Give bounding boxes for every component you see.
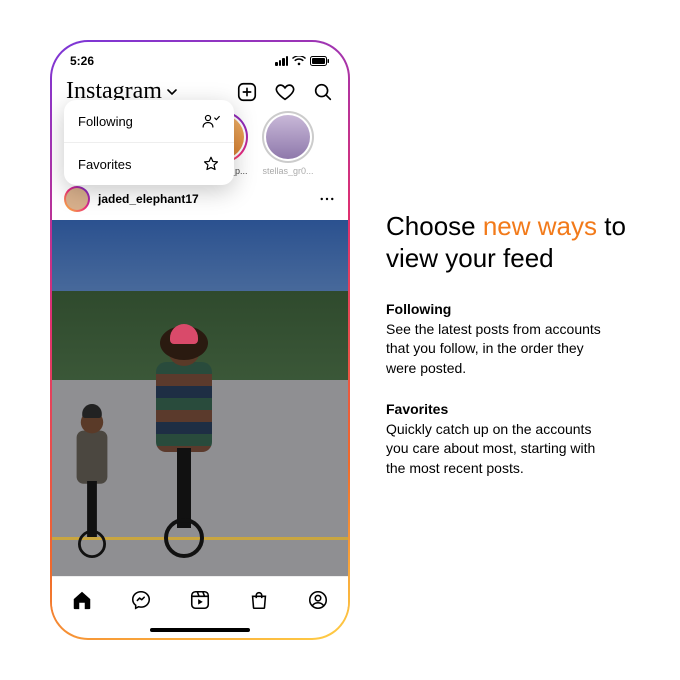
star-icon xyxy=(202,155,220,173)
menu-item-favorites[interactable]: Favorites xyxy=(64,143,234,185)
story-item[interactable]: stellas_gr0... xyxy=(260,111,316,176)
section-title-favorites: Favorites xyxy=(386,401,650,417)
section-body-favorites: Quickly catch up on the accounts you car… xyxy=(386,420,616,479)
menu-item-label: Favorites xyxy=(78,157,131,172)
tab-profile-icon[interactable] xyxy=(307,589,329,611)
story-label: stellas_gr0... xyxy=(262,166,313,176)
chevron-down-icon xyxy=(166,86,178,98)
tab-home-icon[interactable] xyxy=(71,589,93,611)
menu-item-following[interactable]: Following xyxy=(64,100,234,143)
post-author-username: jaded_elephant17 xyxy=(98,192,199,206)
status-time: 5:26 xyxy=(70,54,94,68)
battery-icon xyxy=(310,56,330,66)
search-icon[interactable] xyxy=(312,81,334,103)
feed-switcher-menu: Following Favorites xyxy=(64,100,234,185)
status-bar: 5:26 xyxy=(52,48,348,74)
tab-messenger-icon[interactable] xyxy=(130,589,152,611)
section-title-following: Following xyxy=(386,301,650,317)
headline: Choose new ways to view your feed xyxy=(386,210,650,275)
bottom-tab-bar xyxy=(52,576,348,622)
cellular-icon xyxy=(275,56,288,66)
menu-item-label: Following xyxy=(78,114,133,129)
tab-shop-icon[interactable] xyxy=(248,589,270,611)
post-author[interactable]: jaded_elephant17 xyxy=(64,186,199,212)
headline-text: Choose xyxy=(386,211,483,241)
post-image[interactable] xyxy=(52,220,348,576)
following-people-icon xyxy=(202,112,220,130)
post-more-icon[interactable] xyxy=(318,190,336,208)
home-indicator xyxy=(52,622,348,638)
headline-accent: new ways xyxy=(483,211,597,241)
phone-frame: 5:26 Instagram xyxy=(50,40,350,640)
wifi-icon xyxy=(292,56,306,66)
marketing-copy: Choose new ways to view your feed Follow… xyxy=(386,180,650,501)
post-author-avatar xyxy=(64,186,90,212)
new-post-icon[interactable] xyxy=(236,81,258,103)
tab-reels-icon[interactable] xyxy=(189,589,211,611)
activity-heart-icon[interactable] xyxy=(274,81,296,103)
section-body-following: See the latest posts from accounts that … xyxy=(386,320,616,379)
